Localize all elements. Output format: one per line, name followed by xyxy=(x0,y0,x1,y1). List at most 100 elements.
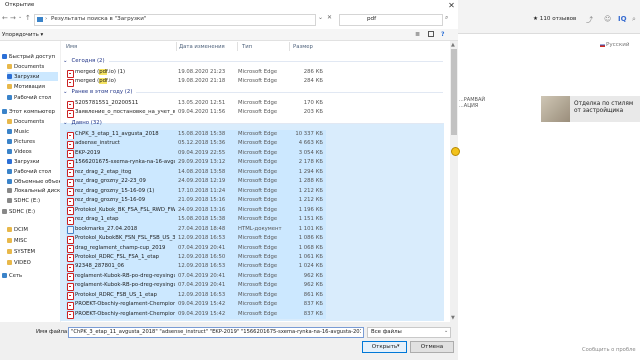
nav-item[interactable]: Сеть xyxy=(2,271,22,280)
nav-item[interactable]: Documents xyxy=(7,62,44,71)
cancel-button[interactable]: Отмена xyxy=(410,341,454,353)
recent-dropdown-icon[interactable]: ⌄ xyxy=(18,14,22,20)
file-type-value[interactable]: Все файлы xyxy=(371,329,402,335)
address-dropdown-icon[interactable]: ⌄ xyxy=(318,14,323,21)
up-arrow-icon[interactable]: ↑ xyxy=(25,14,31,22)
file-row[interactable]: Protokol_RDRC_FSB_US_1_etap 12.09.2018 16… xyxy=(66,290,326,301)
close-button[interactable]: ✕ xyxy=(445,0,458,11)
scroll-down-icon[interactable]: ▼ xyxy=(451,315,455,321)
column-header-size[interactable]: Размер xyxy=(293,44,313,50)
scrollbar-thumb[interactable] xyxy=(451,49,457,135)
file-row[interactable]: Заявление_о_постановке_на_учет_в_ка...09… xyxy=(66,108,326,118)
forward-arrow-icon[interactable]: → xyxy=(10,14,16,22)
nav-item[interactable]: Этот компьютер xyxy=(2,107,55,116)
scroll-up-icon[interactable]: ▲ xyxy=(451,42,455,48)
open-dropdown-icon[interactable]: ▾ xyxy=(397,343,400,349)
ad-banner-left[interactable]: ...РАМВАЙ ...АЦИЯ xyxy=(459,97,499,119)
file-row[interactable]: PROEKT-Obschiy-reglament-Chempion... 09.0… xyxy=(66,309,326,320)
file-type: Microsoft Edge xyxy=(238,272,278,279)
file-row[interactable]: rez_drag_2_etap_itog 14.08.2018 13:58 Micr… xyxy=(66,167,326,178)
file-row[interactable]: drag_reglament_champ-cup_2019 07.04.2019 … xyxy=(66,243,326,254)
file-size: 861 КБ xyxy=(303,291,323,298)
chevron-down-icon[interactable]: ⌄ xyxy=(444,328,448,334)
file-row[interactable]: rez_drag_grozny_15-16-09 21.09.2018 15:16… xyxy=(66,196,326,206)
nav-item[interactable]: Videos xyxy=(7,147,32,156)
nav-item[interactable]: Быстрый доступ xyxy=(2,52,55,61)
nav-item[interactable]: VIDEO xyxy=(7,258,31,267)
file-row[interactable]: 5205781551_20200511 13.05.2020 12:51 Micro… xyxy=(66,99,326,109)
file-type: Microsoft Edge xyxy=(238,291,278,298)
group-header[interactable]: ⌄ Сегодня (2) xyxy=(63,58,443,64)
nav-item[interactable]: Загрузки xyxy=(7,72,58,81)
group-header[interactable]: ⌄ Давно (32) xyxy=(63,120,443,126)
column-separator[interactable] xyxy=(237,42,238,51)
file-row[interactable]: reglament-Kubok-RB-po-dreg-reysingu ... 0… xyxy=(66,271,326,282)
file-row[interactable]: rez_drag_1_etap 15.08.2018 15:38 Microsoft… xyxy=(66,215,326,225)
file-name-part: .io) xyxy=(107,78,116,85)
column-header-type[interactable]: Тип xyxy=(242,44,252,50)
bookmark-icon[interactable]: ⤴ xyxy=(586,15,593,25)
nav-item[interactable]: Pictures xyxy=(7,137,35,146)
group-header[interactable]: ⌄ Ранее в этом году (2) xyxy=(63,89,443,95)
nav-item[interactable]: SDHC (E:) xyxy=(7,196,40,205)
refresh-icon[interactable]: ✕ xyxy=(327,14,332,21)
file-type: Microsoft Edge xyxy=(238,253,278,260)
column-header-name[interactable]: Имя xyxy=(66,44,77,50)
file-row[interactable]: adsense_instruct 05.12.2018 15:36 Microsof… xyxy=(66,139,326,149)
language-link[interactable]: Русский xyxy=(606,42,629,48)
file-type: Microsoft Edge xyxy=(238,140,278,147)
iq-icon[interactable]: IQ xyxy=(618,15,627,23)
column-separator[interactable] xyxy=(176,42,177,51)
file-row[interactable]: 1566201675-sxema-rynka-na-16-avgust...29… xyxy=(66,158,326,168)
file-type: Microsoft Edge xyxy=(238,310,278,317)
nav-item[interactable]: Загрузки xyxy=(7,157,39,166)
nav-item[interactable]: Мотивация xyxy=(7,82,45,91)
address-text[interactable]: Результаты поиска в "Загрузки" xyxy=(51,16,147,22)
column-separator[interactable] xyxy=(289,42,290,51)
search-icon[interactable]: ⌕ xyxy=(445,14,448,22)
nav-item[interactable]: Рабочий стол xyxy=(7,93,51,102)
collapse-chevron-icon[interactable]: ⌄ xyxy=(63,58,68,64)
file-row[interactable]: Protokol_KubokBK_FSN_FSL_FSB_US_3_etap12… xyxy=(66,234,326,244)
collapse-chevron-icon[interactable]: ⌄ xyxy=(63,89,68,95)
file-row[interactable]: Protokol_RDRC_FSL_FSA_1_etap 12.09.2018 1… xyxy=(66,252,326,263)
file-size: 962 КБ xyxy=(303,272,323,279)
search-input[interactable] xyxy=(339,14,443,26)
file-row[interactable]: bookmarks_27.04.2018 27.04.2018 18:48 HTML… xyxy=(66,224,326,235)
view-options-icon[interactable]: ≣ xyxy=(415,31,420,38)
file-size: 1 212 КБ xyxy=(298,197,323,204)
help-icon[interactable]: ? xyxy=(441,31,444,38)
nav-item[interactable]: Documents xyxy=(7,117,44,126)
file-row[interactable]: Protokol_Kubok_BK_FSA_FSL_RWD_FWD... 24.0… xyxy=(66,205,326,216)
preview-pane-icon[interactable] xyxy=(428,31,434,37)
file-row[interactable]: rez_drag_grozny_22-23_09 24.09.2018 12:19… xyxy=(66,177,326,187)
share-icon[interactable]: ☺ xyxy=(604,15,611,23)
nav-item[interactable]: Объемные объект xyxy=(7,177,65,186)
nav-item[interactable]: Music xyxy=(7,127,29,136)
file-row[interactable]: EKP-2019 09.04.2019 22:55 Microsoft Edge 3 … xyxy=(66,148,326,159)
reviews-link[interactable]: ★ 110 отзывов xyxy=(533,16,576,22)
collapse-chevron-icon[interactable]: ⌄ xyxy=(63,120,68,126)
report-problem-link[interactable]: Сообщить о пробле xyxy=(582,347,636,353)
search-value[interactable]: pdf xyxy=(367,16,376,22)
nav-item[interactable]: MISC xyxy=(7,236,27,245)
nav-item[interactable]: Рабочий стол xyxy=(7,167,51,176)
cube-icon xyxy=(7,179,12,184)
nav-item[interactable]: DCIM xyxy=(7,225,28,234)
breadcrumb-chevron-icon[interactable]: › xyxy=(45,16,47,22)
file-row[interactable]: rez_drag_grozny_15-16-09 (1) 17.10.2018 1… xyxy=(66,186,326,197)
file-row[interactable]: merged (pdf.io) 19.08.2020 21:18 Microsoft… xyxy=(66,77,326,87)
column-header-date[interactable]: Дата изменения xyxy=(179,44,225,50)
nav-item[interactable]: SDHC (E:) xyxy=(2,207,35,216)
search-icon[interactable]: ⌕ xyxy=(632,15,636,24)
file-row[interactable]: 92348_287801_06 12.09.2018 16:53 Microsoft… xyxy=(66,262,326,272)
file-row[interactable]: reglament-Kubok-RB-po-dreg-reysingu 07.04… xyxy=(66,281,326,291)
nav-item[interactable]: SYSTEM xyxy=(7,247,35,256)
filename-value[interactable]: "ChPK_3_etap_11_avgusta_2018" "adsense_i… xyxy=(71,329,361,335)
open-button[interactable]: Открыть xyxy=(362,341,407,353)
file-row[interactable]: PROEKT-Obschiy-reglament-Chempion... 09.0… xyxy=(66,300,326,310)
back-arrow-icon[interactable]: ← xyxy=(2,14,8,22)
organize-button[interactable]: Упорядочить ▾ xyxy=(2,32,43,38)
file-row[interactable]: ChPK_3_etap_11_avgusta_2018 15.08.2018 15… xyxy=(66,130,326,140)
file-row[interactable]: merged (pdf.io) (1) 19.08.2020 21:23 Micro… xyxy=(66,68,326,78)
